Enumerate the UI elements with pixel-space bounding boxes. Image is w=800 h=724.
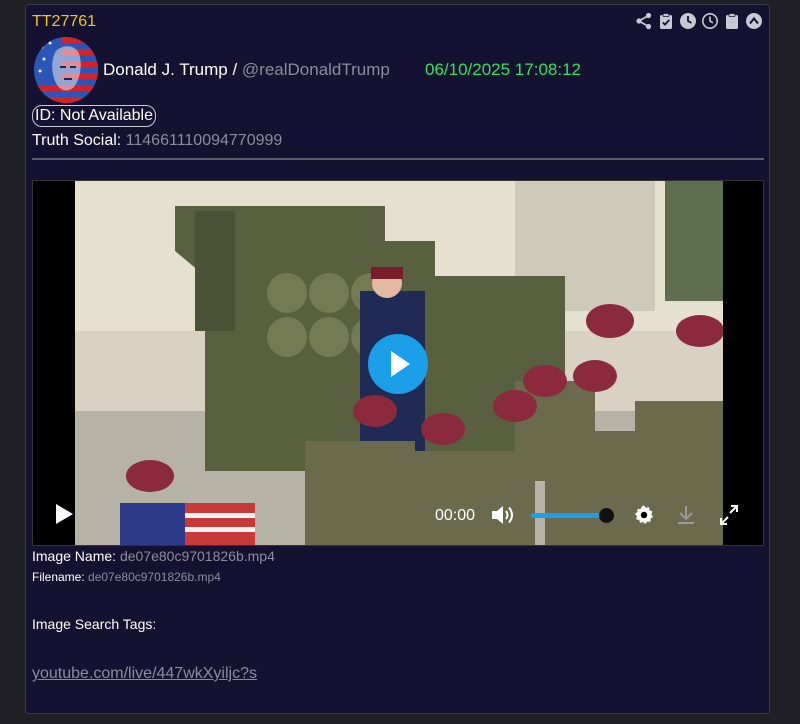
current-time: 00:00: [435, 507, 476, 524]
clock-outline-icon[interactable]: [701, 12, 719, 30]
author-handle[interactable]: @realDonaldTrump: [242, 60, 390, 79]
image-search-tags-label: Image Search Tags:: [32, 616, 157, 632]
filename-label: Filename:: [32, 570, 89, 584]
post-timestamp: 06/10/2025 17:08:12: [425, 60, 581, 79]
id-status-badge: ID: Not Available: [32, 105, 156, 127]
truth-social-id-line: Truth Social: 114661110094770999: [32, 132, 282, 150]
avatar[interactable]: [34, 37, 98, 103]
truth-social-label: Truth Social:: [32, 132, 126, 149]
image-name-value: de07e80c9701826b.mp4: [119, 548, 275, 564]
play-icon[interactable]: [53, 502, 75, 526]
post-toolbar: [635, 12, 763, 30]
fullscreen-icon[interactable]: [718, 503, 740, 527]
truth-social-id: 114661110094770999: [125, 132, 283, 149]
volume-slider[interactable]: [531, 513, 607, 518]
post-id: TT27761: [32, 13, 97, 30]
clock-filled-icon[interactable]: [679, 12, 697, 30]
clipboard-check-icon[interactable]: [657, 12, 675, 30]
post-card: TT27761 Donald J. Trump / @realDonaldTru…: [25, 4, 770, 714]
video-player[interactable]: 00:00: [32, 180, 764, 546]
divider: [32, 158, 764, 160]
volume-icon[interactable]: [490, 503, 516, 527]
image-name-line: Image Name: de07e80c9701826b.mp4: [32, 548, 275, 564]
author-separator: /: [227, 60, 242, 79]
chevron-up-circle-icon[interactable]: [745, 12, 763, 30]
source-link[interactable]: youtube.com/live/447wkXyiljc?s: [32, 665, 257, 683]
author-line: Donald J. Trump / @realDonaldTrump: [103, 60, 390, 80]
download-icon[interactable]: [675, 503, 697, 527]
filename-line: Filename: de07e80c9701826b.mp4: [32, 570, 221, 584]
volume-slider-handle[interactable]: [599, 508, 614, 523]
share-icon[interactable]: [635, 12, 653, 30]
big-play-button[interactable]: [368, 334, 428, 394]
settings-gear-icon[interactable]: [633, 503, 655, 527]
author-name[interactable]: Donald J. Trump: [103, 60, 228, 79]
image-name-label: Image Name:: [32, 548, 120, 564]
clipboard-icon[interactable]: [723, 12, 741, 30]
filename-value: de07e80c9701826b.mp4: [88, 570, 221, 584]
